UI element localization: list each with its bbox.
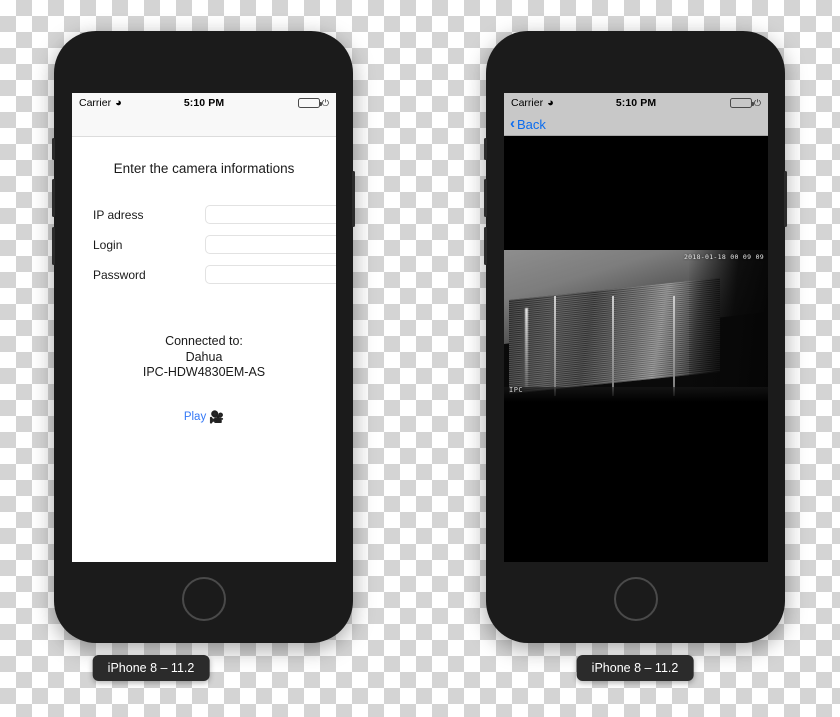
credentials-form: IP adress Login Password	[72, 205, 336, 284]
charging-bolt-icon: ⏻	[321, 97, 330, 108]
login-input[interactable]	[205, 235, 336, 254]
volume-down-button[interactable]	[52, 227, 55, 265]
camera-brand: Dahua	[185, 349, 223, 364]
device-caption-form: iPhone 8 – 11.2	[92, 655, 210, 681]
home-button[interactable]	[181, 577, 226, 621]
volume-up-button[interactable]	[52, 179, 55, 217]
camera-still-image	[504, 250, 768, 402]
field-row-password: Password	[93, 265, 336, 284]
video-watermark-overlay: IPC	[509, 386, 524, 394]
field-row-login: Login	[93, 235, 336, 254]
video-player-view[interactable]: 2018-01-18 00 09 09 IPC	[504, 136, 768, 561]
battery-icon	[729, 98, 754, 108]
device-screen-form: Carrier ◕ 5:10 PM ⏻ Enter the camera inf…	[72, 93, 336, 562]
status-bar-left: Carrier ◕	[79, 97, 184, 109]
status-bar-left: Carrier ◕	[511, 97, 616, 109]
play-label: Play	[183, 410, 207, 423]
charging-bolt-icon: ⏻	[753, 97, 762, 108]
ip-address-input[interactable]	[205, 205, 336, 224]
password-input[interactable]	[205, 265, 336, 284]
navigation-bar: ‹ Back	[504, 113, 768, 136]
wifi-icon: ◕	[547, 96, 554, 109]
power-button[interactable]	[352, 171, 355, 227]
home-button[interactable]	[613, 577, 658, 621]
navigation-bar-empty	[72, 113, 336, 137]
image-mullion	[672, 295, 675, 397]
image-mullion	[612, 295, 615, 397]
movie-camera-icon: 🎥	[209, 409, 225, 424]
volume-down-button[interactable]	[484, 227, 487, 265]
image-mullion	[554, 295, 557, 397]
status-bar-right: ⏻	[656, 98, 761, 108]
ip-address-label: IP adress	[93, 207, 144, 222]
camera-video-frame: 2018-01-18 00 09 09 IPC	[504, 250, 768, 402]
video-timestamp-overlay: 2018-01-18 00 09 09	[683, 253, 764, 261]
play-row: Play 🎥	[72, 407, 336, 425]
simulator-stage: Carrier ◕ 5:10 PM ⏻ Enter the camera inf…	[0, 0, 840, 717]
image-light-streak	[525, 307, 529, 387]
chevron-left-icon: ‹	[510, 115, 515, 132]
page-title: Enter the camera informations	[113, 161, 295, 176]
play-button[interactable]: Play 🎥	[184, 410, 224, 424]
status-bar: Carrier ◕ 5:10 PM ⏻	[504, 93, 768, 113]
status-bar-time: 5:10 PM	[183, 97, 225, 109]
camera-form-view: Enter the camera informations IP adress …	[72, 161, 336, 562]
status-bar: Carrier ◕ 5:10 PM ⏻	[72, 93, 336, 113]
battery-icon	[297, 98, 322, 108]
password-label: Password	[93, 267, 146, 282]
back-button-label: Back	[517, 116, 546, 132]
carrier-label: Carrier	[511, 97, 544, 109]
iphone-simulator-form: Carrier ◕ 5:10 PM ⏻ Enter the camera inf…	[52, 31, 355, 643]
silent-switch[interactable]	[484, 138, 487, 160]
volume-up-button[interactable]	[484, 179, 487, 217]
field-row-ip: IP adress	[93, 205, 336, 224]
connection-status: Connected to: Dahua IPC-HDW4830EM-AS	[72, 334, 336, 381]
iphone-simulator-video: Carrier ◕ 5:10 PM ⏻ ‹ Back 2018-01-18 00…	[484, 31, 787, 643]
image-floor-region	[504, 386, 768, 402]
image-dark-region	[688, 250, 768, 402]
login-label: Login	[93, 237, 123, 252]
carrier-label: Carrier	[79, 97, 112, 109]
status-bar-right: ⏻	[224, 98, 329, 108]
connected-heading: Connected to:	[165, 334, 243, 348]
power-button[interactable]	[784, 171, 787, 227]
wifi-icon: ◕	[115, 96, 122, 109]
device-caption-video: iPhone 8 – 11.2	[576, 655, 694, 681]
camera-model: IPC-HDW4830EM-AS	[142, 365, 266, 380]
device-screen-video: Carrier ◕ 5:10 PM ⏻ ‹ Back 2018-01-18 00…	[504, 93, 768, 562]
silent-switch[interactable]	[52, 138, 55, 160]
status-bar-time: 5:10 PM	[615, 97, 657, 109]
back-button[interactable]: ‹ Back	[510, 115, 546, 132]
